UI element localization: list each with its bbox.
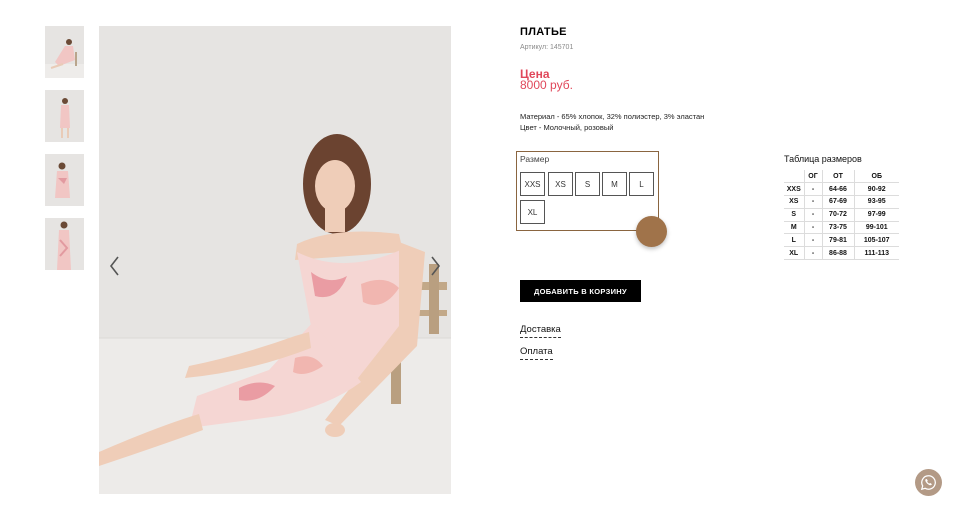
prev-image-button[interactable] bbox=[107, 254, 123, 278]
thumbnail-4[interactable] bbox=[45, 218, 84, 270]
table-row: M - 73-75 99-101 bbox=[784, 221, 899, 235]
table-cell: 64-66 bbox=[821, 182, 854, 197]
table-cell: - bbox=[803, 233, 822, 248]
size-table: ОГ ОТ ОБ XXS - 64-66 90-92 XS - 67-69 93… bbox=[784, 170, 899, 261]
product-title: ПЛАТЬЕ bbox=[520, 26, 567, 38]
size-selector: Размер XXS XS S M L XL bbox=[516, 151, 659, 231]
whatsapp-button[interactable] bbox=[915, 469, 942, 496]
table-row: L - 79-81 105-107 bbox=[784, 233, 899, 248]
size-table-header-cell bbox=[784, 170, 804, 184]
size-option-xxs[interactable]: XXS bbox=[520, 172, 545, 196]
size-option-m[interactable]: M bbox=[602, 172, 627, 196]
chevron-left-icon bbox=[109, 256, 119, 276]
table-row: S - 70-72 97-99 bbox=[784, 208, 899, 222]
table-cell: 105-107 bbox=[853, 233, 899, 248]
table-row: XXS - 64-66 90-92 bbox=[784, 182, 899, 197]
thumbnail-1[interactable] bbox=[45, 26, 84, 78]
table-cell: 86-88 bbox=[821, 246, 854, 261]
table-cell: 67-69 bbox=[821, 195, 854, 209]
table-cell: - bbox=[803, 221, 822, 235]
table-cell: - bbox=[803, 246, 822, 261]
payment-link[interactable]: Оплата bbox=[520, 346, 553, 360]
size-option-xl[interactable]: XL bbox=[520, 200, 545, 224]
size-option-l[interactable]: L bbox=[629, 172, 654, 196]
table-cell: XXS bbox=[784, 182, 804, 197]
product-color: Цвет - Молочный, розовый bbox=[520, 123, 614, 132]
size-table-header-cell: ОТ bbox=[821, 170, 854, 184]
size-table-header: ОГ ОТ ОБ bbox=[784, 170, 899, 184]
table-cell: 93-95 bbox=[853, 195, 899, 209]
delivery-link[interactable]: Доставка bbox=[520, 324, 561, 338]
product-material: Материал - 65% хлопок, 32% полиэстер, 3%… bbox=[520, 112, 705, 121]
table-cell: - bbox=[803, 208, 822, 222]
table-cell: M bbox=[784, 221, 804, 235]
thumbnail-list bbox=[45, 26, 84, 282]
size-label: Размер bbox=[520, 154, 550, 164]
table-row: XL - 86-88 111-113 bbox=[784, 246, 899, 261]
product-sku: Артикул: 145701 bbox=[520, 44, 574, 51]
table-cell: S bbox=[784, 208, 804, 222]
next-image-button[interactable] bbox=[427, 254, 443, 278]
size-table-title: Таблица размеров bbox=[784, 154, 862, 164]
table-cell: 90-92 bbox=[853, 182, 899, 197]
product-photo bbox=[99, 26, 451, 494]
table-cell: 99-101 bbox=[853, 221, 899, 235]
table-cell: 73-75 bbox=[821, 221, 854, 235]
size-highlight-dot bbox=[636, 216, 667, 247]
size-option-s[interactable]: S bbox=[575, 172, 600, 196]
price-value: 8000 руб. bbox=[520, 78, 573, 92]
table-cell: L bbox=[784, 233, 804, 248]
whatsapp-icon bbox=[920, 475, 936, 491]
thumbnail-2[interactable] bbox=[45, 90, 84, 142]
table-cell: - bbox=[803, 182, 822, 197]
table-cell: 79-81 bbox=[821, 233, 854, 248]
size-table-header-cell: ОБ bbox=[853, 170, 899, 184]
table-cell: XS bbox=[784, 195, 804, 209]
table-cell: 111-113 bbox=[853, 246, 899, 261]
table-row: XS - 67-69 93-95 bbox=[784, 195, 899, 209]
table-cell: XL bbox=[784, 246, 804, 261]
table-cell: 97-99 bbox=[853, 208, 899, 222]
add-to-cart-button[interactable]: ДОБАВИТЬ В КОРЗИНУ bbox=[520, 280, 641, 302]
thumbnail-3[interactable] bbox=[45, 154, 84, 206]
table-cell: 70-72 bbox=[821, 208, 854, 222]
size-table-header-cell: ОГ bbox=[803, 170, 822, 184]
table-cell: - bbox=[803, 195, 822, 209]
size-option-xs[interactable]: XS bbox=[548, 172, 573, 196]
chevron-right-icon bbox=[431, 256, 441, 276]
